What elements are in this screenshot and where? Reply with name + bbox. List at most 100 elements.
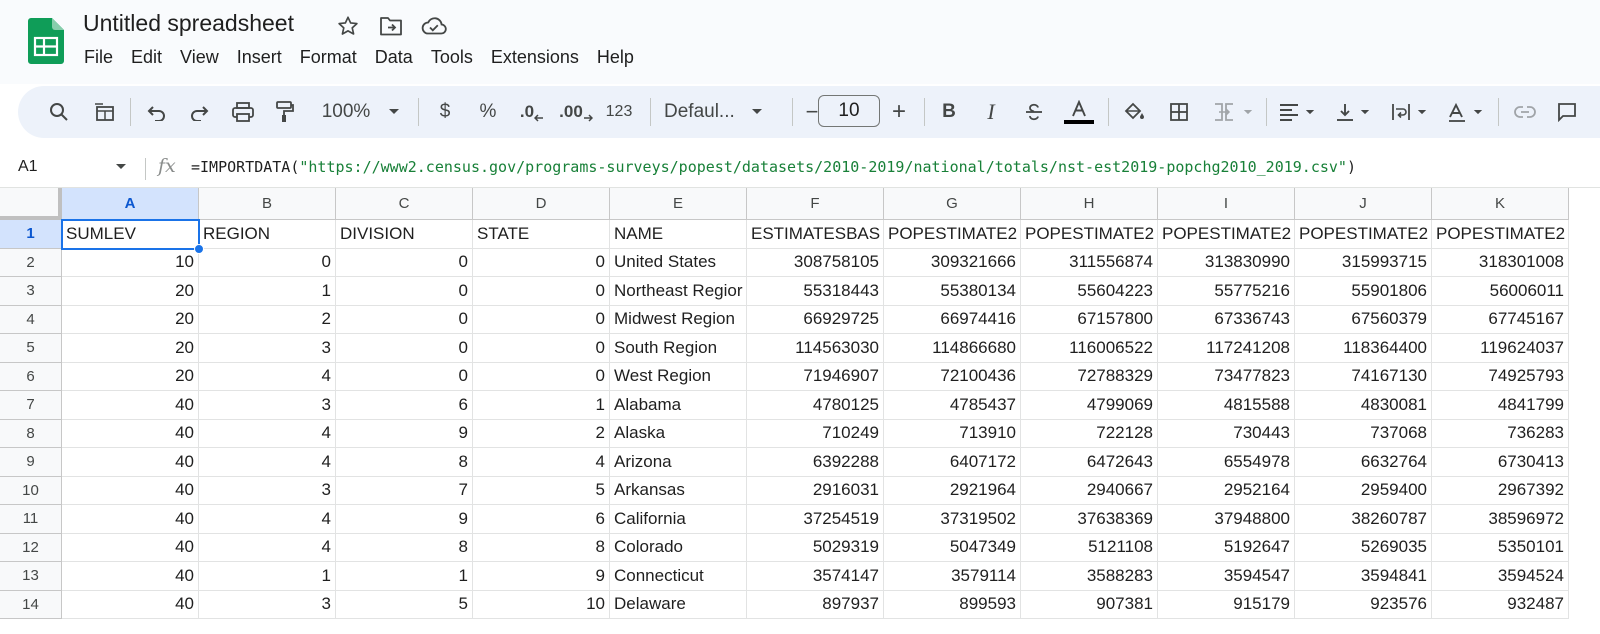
cell-c7[interactable]: 6	[336, 391, 473, 420]
search-icon[interactable]	[44, 86, 74, 138]
cell-a3[interactable]: 20	[62, 277, 199, 306]
column-header-h[interactable]: H	[1021, 188, 1158, 220]
cell-c1[interactable]: DIVISION	[336, 220, 473, 249]
menu-format[interactable]: Format	[300, 47, 366, 68]
cell-h1[interactable]: POPESTIMATE2	[1021, 220, 1158, 249]
cell-c2[interactable]: 0	[336, 248, 473, 277]
fill-handle[interactable]	[194, 243, 204, 254]
column-header-c[interactable]: C	[336, 188, 473, 220]
more-formats-button[interactable]: 123	[602, 86, 636, 138]
cell-h3[interactable]: 55604223	[1021, 277, 1158, 306]
cell-k11[interactable]: 38596972	[1432, 505, 1569, 534]
column-header-a[interactable]: A	[62, 188, 199, 220]
cell-i1[interactable]: POPESTIMATE2	[1158, 220, 1295, 249]
cell-i3[interactable]: 55775216	[1158, 277, 1295, 306]
cell-e3[interactable]: Northeast Regior	[610, 277, 747, 306]
column-header-d[interactable]: D	[473, 188, 610, 220]
cell-g13[interactable]: 3579114	[884, 562, 1021, 591]
cell-k6[interactable]: 74925793	[1432, 362, 1569, 391]
cell-b7[interactable]: 3	[199, 391, 336, 420]
cell-g6[interactable]: 72100436	[884, 362, 1021, 391]
row-header-10[interactable]: 10	[0, 476, 62, 505]
cell-b12[interactable]: 4	[199, 533, 336, 562]
row-header-6[interactable]: 6	[0, 362, 62, 391]
font-family-select[interactable]: Defaul...	[664, 86, 776, 138]
cell-c8[interactable]: 9	[336, 419, 473, 448]
cell-d5[interactable]: 0	[473, 334, 610, 363]
cell-h4[interactable]: 67157800	[1021, 305, 1158, 334]
cell-f10[interactable]: 2916031	[747, 476, 884, 505]
row-header-14[interactable]: 14	[0, 590, 62, 619]
cell-a11[interactable]: 40	[62, 505, 199, 534]
cell-d12[interactable]: 8	[473, 533, 610, 562]
undo-icon[interactable]	[142, 86, 172, 138]
cloud-saved-icon[interactable]	[420, 12, 448, 40]
cell-a6[interactable]: 20	[62, 362, 199, 391]
row-header-9[interactable]: 9	[0, 448, 62, 477]
cell-k9[interactable]: 6730413	[1432, 448, 1569, 477]
cell-g12[interactable]: 5047349	[884, 533, 1021, 562]
cell-a14[interactable]: 40	[62, 590, 199, 619]
name-box[interactable]: A1	[18, 158, 38, 176]
menu-tools[interactable]: Tools	[431, 47, 482, 68]
horizontal-align-icon[interactable]	[1274, 86, 1320, 138]
cell-d2[interactable]: 0	[473, 248, 610, 277]
cell-k5[interactable]: 119624037	[1432, 334, 1569, 363]
cell-e10[interactable]: Arkansas	[610, 476, 747, 505]
cell-k7[interactable]: 4841799	[1432, 391, 1569, 420]
cell-b5[interactable]: 3	[199, 334, 336, 363]
increase-decimal-button[interactable]: .00	[556, 86, 596, 138]
cell-c5[interactable]: 0	[336, 334, 473, 363]
cell-c12[interactable]: 8	[336, 533, 473, 562]
row-header-12[interactable]: 12	[0, 533, 62, 562]
cell-g10[interactable]: 2921964	[884, 476, 1021, 505]
cell-h10[interactable]: 2940667	[1021, 476, 1158, 505]
font-size-input[interactable]: 10	[818, 95, 880, 127]
cell-h6[interactable]: 72788329	[1021, 362, 1158, 391]
row-header-7[interactable]: 7	[0, 391, 62, 420]
document-title[interactable]: Untitled spreadsheet	[83, 10, 294, 37]
menu-extensions[interactable]: Extensions	[491, 47, 588, 68]
cell-i8[interactable]: 730443	[1158, 419, 1295, 448]
increase-font-size-button[interactable]: +	[884, 86, 914, 138]
menu-view[interactable]: View	[180, 47, 228, 68]
cell-b8[interactable]: 4	[199, 419, 336, 448]
cell-j3[interactable]: 55901806	[1295, 277, 1432, 306]
cell-i7[interactable]: 4815588	[1158, 391, 1295, 420]
column-header-b[interactable]: B	[199, 188, 336, 220]
menu-help[interactable]: Help	[597, 47, 643, 68]
select-all-corner[interactable]	[0, 188, 62, 220]
cell-f8[interactable]: 710249	[747, 419, 884, 448]
cell-a9[interactable]: 40	[62, 448, 199, 477]
currency-format-button[interactable]: $	[430, 86, 460, 138]
cell-e7[interactable]: Alabama	[610, 391, 747, 420]
cell-a2[interactable]: 10	[62, 248, 199, 277]
cell-i5[interactable]: 117241208	[1158, 334, 1295, 363]
cell-b4[interactable]: 2	[199, 305, 336, 334]
cell-h13[interactable]: 3588283	[1021, 562, 1158, 591]
row-header-4[interactable]: 4	[0, 305, 62, 334]
cell-a13[interactable]: 40	[62, 562, 199, 591]
cell-i12[interactable]: 5192647	[1158, 533, 1295, 562]
cell-f3[interactable]: 55318443	[747, 277, 884, 306]
cell-i2[interactable]: 313830990	[1158, 248, 1295, 277]
cell-e5[interactable]: South Region	[610, 334, 747, 363]
cell-i6[interactable]: 73477823	[1158, 362, 1295, 391]
cell-i10[interactable]: 2952164	[1158, 476, 1295, 505]
italic-button[interactable]: I	[976, 86, 1006, 138]
cell-e8[interactable]: Alaska	[610, 419, 747, 448]
cell-a5[interactable]: 20	[62, 334, 199, 363]
cell-b1[interactable]: REGION	[199, 220, 336, 249]
cell-f13[interactable]: 3574147	[747, 562, 884, 591]
cell-g5[interactable]: 114866680	[884, 334, 1021, 363]
cell-c13[interactable]: 1	[336, 562, 473, 591]
cell-h11[interactable]: 37638369	[1021, 505, 1158, 534]
cell-j4[interactable]: 67560379	[1295, 305, 1432, 334]
cell-d8[interactable]: 2	[473, 419, 610, 448]
cell-k3[interactable]: 56006011	[1432, 277, 1569, 306]
move-to-folder-icon[interactable]	[377, 12, 405, 40]
cell-i4[interactable]: 67336743	[1158, 305, 1295, 334]
cell-e9[interactable]: Arizona	[610, 448, 747, 477]
cell-c11[interactable]: 9	[336, 505, 473, 534]
formula-input[interactable]: =IMPORTDATA("https://www2.census.gov/pro…	[191, 158, 1356, 176]
